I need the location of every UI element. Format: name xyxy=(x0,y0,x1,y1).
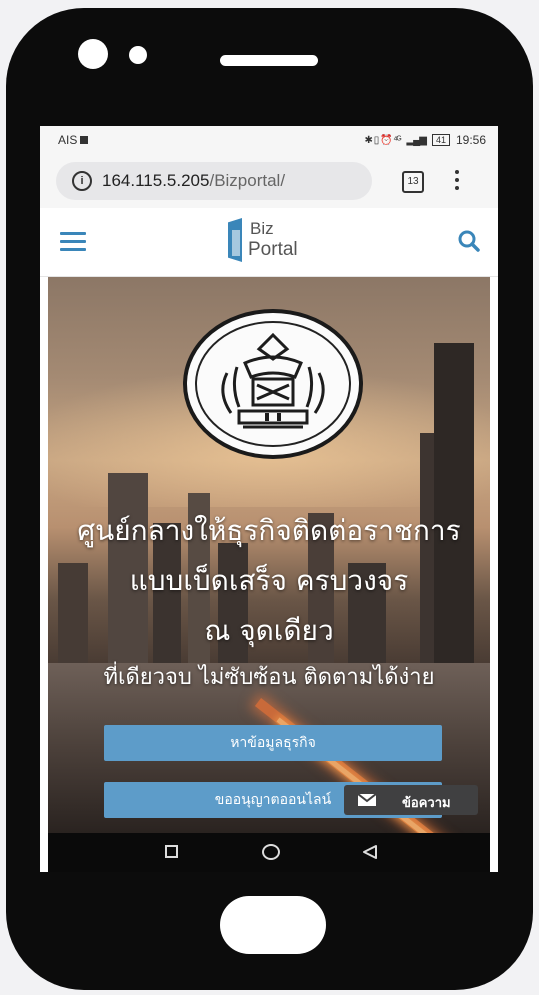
signal-icon: ▂▄▆ xyxy=(406,134,426,146)
status-bar: AIS ✱ ▯ ⏰ ⁴ᴳ ▂▄▆ 41 19:56 xyxy=(40,126,498,154)
more-menu-icon[interactable] xyxy=(454,168,460,192)
front-camera-icon xyxy=(78,39,108,69)
search-icon[interactable] xyxy=(458,230,480,252)
carrier: AIS xyxy=(58,133,89,147)
envelope-icon xyxy=(358,794,376,806)
browser-toolbar: i 164.115.5.205/Bizportal/ 13 xyxy=(40,154,498,208)
carrier-label: AIS xyxy=(58,133,78,147)
sensor-icon xyxy=(129,46,147,64)
earpiece-speaker xyxy=(220,55,318,66)
hero-banner: ศูนย์กลางให้ธุรกิจติดต่อราชการ แบบเบ็ดเส… xyxy=(48,277,490,833)
recents-icon[interactable] xyxy=(165,845,178,858)
sim-icon xyxy=(80,136,89,144)
back-icon[interactable] xyxy=(362,844,378,860)
home-icon[interactable] xyxy=(262,844,280,860)
url-host: 164.115.5.205 xyxy=(102,171,210,190)
phone-screen: AIS ✱ ▯ ⏰ ⁴ᴳ ▂▄▆ 41 19:56 i 164.115.5.20… xyxy=(40,126,498,872)
hero-tagline: ที่เดียวจบ ไม่ซับซ้อน ติดตามได้ง่าย xyxy=(103,665,435,690)
hero-title-line1: ศูนย์กลางให้ธุรกิจติดต่อราชการ xyxy=(77,514,461,547)
clock: 19:56 xyxy=(455,133,486,147)
url-path: /Bizportal/ xyxy=(209,171,286,190)
government-seal-emblem xyxy=(183,309,363,459)
tab-switcher-button[interactable]: 13 xyxy=(402,171,424,193)
bizportal-logo[interactable]: Biz Portal xyxy=(228,216,324,266)
logo-text-portal: Portal xyxy=(248,239,298,260)
hero-title-line3: ณ จุดเดียว xyxy=(204,614,334,647)
message-chat-button[interactable]: ข้อความ xyxy=(344,785,478,815)
address-bar[interactable]: i 164.115.5.205/Bizportal/ xyxy=(56,162,372,200)
android-nav-bar xyxy=(48,833,490,872)
home-button[interactable] xyxy=(220,896,326,954)
chat-label: ข้อความ xyxy=(402,796,451,811)
hero-title-line2: แบบเบ็ดเสร็จ ครบวงจร xyxy=(129,564,409,597)
hamburger-icon[interactable] xyxy=(60,232,86,252)
status-icon-row: ✱ ▯ ⏰ ⁴ᴳ xyxy=(364,134,402,146)
status-icons: ✱ ▯ ⏰ ⁴ᴳ ▂▄▆ 41 19:56 xyxy=(365,133,486,147)
find-business-button[interactable]: หาข้อมูลธุรกิจ xyxy=(104,725,442,761)
info-icon[interactable]: i xyxy=(72,171,92,191)
logo-text-biz: Biz xyxy=(250,219,274,238)
battery-icon: 41 xyxy=(431,134,450,146)
site-header: Biz Portal xyxy=(40,208,498,277)
